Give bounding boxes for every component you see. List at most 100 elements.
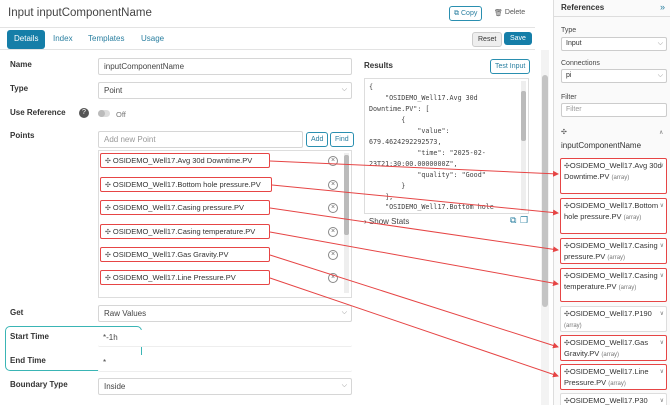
end-time-label: End Time [10, 356, 46, 365]
reference-item[interactable]: ✣OSIDEMO_Well17.Line Pressure.PV (array)… [560, 364, 667, 390]
points-label: Points [10, 131, 35, 140]
delete-button[interactable]: 🗑 Delete [494, 9, 525, 17]
point-item[interactable]: ✣ OSIDEMO_Well17.Avg 30d Downtime.PV [100, 153, 270, 168]
chevron-down-icon[interactable]: ∨ [660, 396, 664, 405]
start-time-input[interactable]: *-1h [98, 330, 352, 347]
reference-item[interactable]: ✣OSIDEMO_Well17.Casing pressure.PV (arra… [560, 238, 667, 264]
reference-item[interactable]: ✣OSIDEMO_Well17.Bottom hole pressure.PV … [560, 198, 667, 234]
chevron-down-icon: ⌵ [657, 72, 663, 79]
get-select[interactable]: Raw Values ⌵ [98, 305, 352, 322]
result-line: "OSIDEMO_Well17.Avg 30d [369, 94, 478, 102]
find-point-button[interactable]: Find [330, 132, 354, 147]
show-stats-toggle[interactable]: › Show Stats [364, 217, 409, 226]
filter-input[interactable]: Filter [561, 103, 667, 117]
chevron-down-icon[interactable]: ∨ [660, 161, 664, 171]
name-label: Name [10, 60, 32, 69]
tab-bar: Details Index Templates Usage Reset Save [0, 28, 535, 50]
tab-templates[interactable]: Templates [81, 30, 131, 49]
chevron-down-icon: ⌵ [657, 40, 663, 47]
chevron-down-icon[interactable]: ∨ [660, 271, 664, 281]
remove-point-icon[interactable]: × [328, 273, 338, 283]
result-line: ], [369, 193, 394, 201]
remove-point-icon[interactable]: × [328, 203, 338, 213]
help-icon[interactable]: ? [79, 108, 89, 118]
drag-handle-icon[interactable]: ✣ [105, 274, 111, 282]
collapse-panel-icon[interactable]: » [660, 2, 665, 12]
test-input-button[interactable]: Test Input [490, 59, 531, 74]
results-output[interactable]: { "OSIDEMO_Well17.Avg 30d Downtime.PV": … [364, 78, 529, 214]
name-input[interactable]: inputComponentName [98, 58, 352, 75]
copy-results-icon[interactable]: ❐ [520, 215, 528, 226]
result-line: "value": [369, 127, 450, 135]
use-reference-state: Off [116, 110, 126, 119]
remove-point-icon[interactable]: × [328, 227, 338, 237]
connections-select[interactable]: pi ⌵ [561, 69, 667, 83]
chevron-down-icon: ⌵ [341, 309, 347, 316]
reference-item[interactable]: ✣OSIDEMO_Well17.P190 (array) ∨ [560, 306, 667, 332]
expand-icon[interactable]: ⧉ [510, 215, 516, 226]
chevron-right-icon: › [364, 217, 367, 226]
chevron-down-icon[interactable]: ∨ [660, 241, 664, 251]
point-item[interactable]: ✣ OSIDEMO_Well17.Line Pressure.PV [100, 270, 270, 285]
divider [554, 16, 670, 17]
results-scrollbar[interactable] [521, 81, 526, 211]
type-select[interactable]: Point ⌵ [98, 82, 352, 99]
chevron-down-icon[interactable]: ∨ [660, 338, 664, 348]
result-line: "OSIDEMO_Well17.Bottom hole [369, 203, 494, 211]
save-button[interactable]: Save [504, 32, 532, 45]
point-item[interactable]: ✣ OSIDEMO_Well17.Bottom hole pressure.PV [100, 177, 272, 192]
boundary-type-select[interactable]: Inside ⌵ [98, 378, 352, 395]
add-point-input[interactable]: Add new Point [98, 131, 303, 148]
reference-type-select[interactable]: Input ⌵ [561, 37, 667, 51]
add-point-button[interactable]: Add [306, 132, 329, 147]
chevron-down-icon[interactable]: ∨ [660, 309, 664, 319]
reference-item[interactable]: ✣OSIDEMO_Well17.Casing temperature.PV (a… [560, 268, 667, 302]
boundary-type-label: Boundary Type [10, 380, 68, 389]
drag-handle-icon[interactable]: ✣ [105, 157, 111, 165]
connections-label: Connections [561, 60, 600, 67]
drag-handle-icon[interactable]: ✣ [105, 251, 111, 259]
chevron-down-icon[interactable]: ∨ [660, 201, 664, 211]
tab-details[interactable]: Details [7, 30, 46, 49]
chevron-up-icon[interactable]: ∧ [659, 129, 663, 136]
drag-handle-icon[interactable]: ✣ [105, 228, 111, 236]
end-time-input[interactable]: * [98, 355, 352, 372]
results-scroll-thumb [521, 91, 526, 141]
point-item[interactable]: ✣ OSIDEMO_Well17.Casing pressure.PV [100, 200, 270, 215]
toggle-knob [98, 110, 105, 117]
points-scrollbar[interactable] [344, 153, 349, 293]
point-item[interactable]: ✣ OSIDEMO_Well17.Gas Gravity.PV [100, 247, 270, 262]
remove-point-icon[interactable]: × [328, 250, 338, 260]
reference-group[interactable]: ✣ ∧ inputComponentName [561, 127, 667, 152]
result-line: } [369, 182, 406, 190]
copy-icon: ⧉ [454, 9, 459, 17]
drag-handle-icon[interactable]: ✣ [561, 128, 567, 136]
use-reference-toggle[interactable] [98, 110, 110, 117]
trash-icon: 🗑 [494, 10, 503, 17]
title-bar: Input inputComponentName ⧉ Copy 🗑 Delete [0, 0, 535, 28]
reset-button[interactable]: Reset [472, 32, 503, 47]
reference-item[interactable]: ✣OSIDEMO_Well17.P30 (array) ∨ [560, 393, 667, 405]
remove-point-icon[interactable]: × [328, 180, 338, 190]
result-line: "time": "2025-02- [369, 149, 486, 157]
references-title: References [561, 3, 605, 12]
chevron-down-icon[interactable]: ∨ [660, 367, 664, 377]
result-line: 23T21:30:00.0000000Z", [369, 160, 458, 168]
tab-usage[interactable]: Usage [134, 30, 171, 49]
chevron-down-icon: ⌵ [341, 382, 347, 389]
filter-label: Filter [561, 94, 577, 101]
type-label: Type [10, 84, 29, 93]
tab-index[interactable]: Index [46, 30, 80, 49]
page-title: Input inputComponentName [8, 7, 152, 19]
drag-handle-icon[interactable]: ✣ [105, 181, 111, 189]
reference-item[interactable]: ✣OSIDEMO_Well17.Avg 30d Downtime.PV (arr… [560, 158, 667, 194]
reference-item[interactable]: ✣OSIDEMO_Well17.Gas Gravity.PV (array) ∨ [560, 335, 667, 361]
drag-handle-icon[interactable]: ✣ [105, 204, 111, 212]
remove-point-icon[interactable]: × [328, 156, 338, 166]
point-item[interactable]: ✣ OSIDEMO_Well17.Casing temperature.PV [100, 224, 270, 239]
main-scroll-thumb[interactable] [542, 75, 548, 307]
type-label: Type [561, 27, 577, 34]
use-reference-label: Use Reference [10, 108, 66, 117]
copy-button[interactable]: ⧉ Copy [449, 6, 483, 21]
result-line: 679.4624292292573, [369, 138, 442, 146]
